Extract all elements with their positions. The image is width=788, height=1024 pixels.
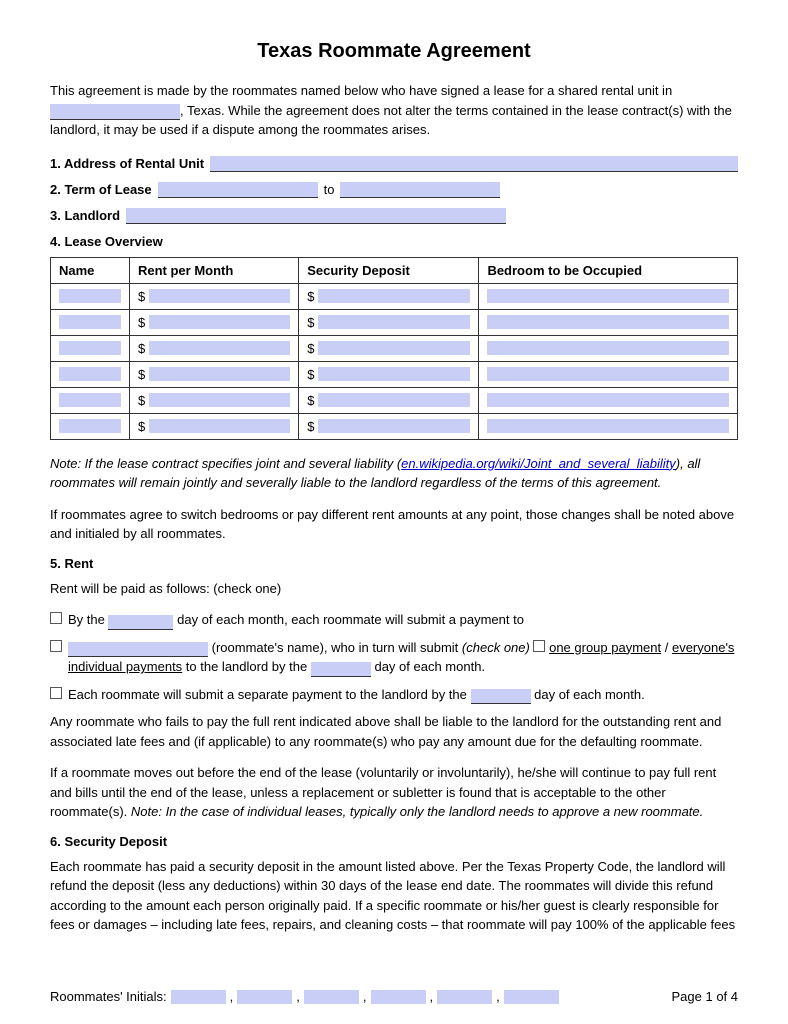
rent-option2-text: (roommate's name), who in turn will subm… [68,638,738,677]
rent-option-1: By the day of each month, each roommate … [50,610,738,630]
col-bedroom: Bedroom to be Occupied [479,257,738,283]
bedroom-field-3[interactable] [487,341,729,355]
table-row: $ $ [51,283,738,309]
roommate-name-field[interactable] [68,642,208,657]
deposit-para: Each roommate has paid a security deposi… [50,857,738,935]
deposit-field-2[interactable] [318,315,470,329]
col-deposit: Security Deposit [299,257,479,283]
rent-option1-text: By the day of each month, each roommate … [68,610,524,630]
rent-section-label: 5. Rent [50,556,738,571]
term-to: to [324,182,335,197]
initial-field-4[interactable] [371,990,426,1004]
initials-label: Roommates' Initials: [50,989,167,1004]
joint-liability-note: Note: If the lease contract specifies jo… [50,454,738,493]
landlord-label: 3. Landlord [50,208,120,223]
rent-option-2-checkbox[interactable] [50,640,62,652]
name-field-1[interactable] [59,289,121,303]
initial-field-3[interactable] [304,990,359,1004]
rent-option-1-checkbox[interactable] [50,612,62,624]
lease-table: Name Rent per Month Security Deposit Bed… [50,257,738,440]
lease-overview-label: 4. Lease Overview [50,234,738,249]
bedroom-field-6[interactable] [487,419,729,433]
rent-field-2[interactable] [149,315,290,329]
term-label: 2. Term of Lease [50,182,152,197]
city-field[interactable] [50,104,180,120]
term-end-field[interactable] [340,182,500,198]
initial-field-2[interactable] [237,990,292,1004]
address-field[interactable] [210,156,738,172]
address-section: 1. Address of Rental Unit [50,156,738,172]
rent-option3-text: Each roommate will submit a separate pay… [68,685,645,705]
roommates-initials: Roommates' Initials: , , , , , [50,989,559,1004]
bedroom-field-5[interactable] [487,393,729,407]
rent-option-3-checkbox[interactable] [50,687,62,699]
switch-bedroom-para: If roommates agree to switch bedrooms or… [50,505,738,544]
bedroom-field-2[interactable] [487,315,729,329]
page-number: Page 1 of 4 [672,989,739,1004]
lease-overview-section: 4. Lease Overview Name Rent per Month Se… [50,234,738,440]
rent-day-field-3[interactable] [471,689,531,704]
table-row: $ $ [51,361,738,387]
rent-para-1: Any roommate who fails to pay the full r… [50,712,738,751]
name-field-6[interactable] [59,419,121,433]
deposit-section-label: 6. Security Deposit [50,834,738,849]
rent-intro: Rent will be paid as follows: (check one… [50,579,738,599]
table-row: $ $ [51,309,738,335]
deposit-field-6[interactable] [318,419,470,433]
deposit-field-5[interactable] [318,393,470,407]
table-row: $ $ [51,335,738,361]
term-section: 2. Term of Lease to [50,182,738,198]
page-title: Texas Roommate Agreement [50,40,738,63]
deposit-field-1[interactable] [318,289,470,303]
rent-para-2: If a roommate moves out before the end o… [50,763,738,822]
joint-liability-link[interactable]: en.wikipedia.org/wiki/Joint_and_several_… [401,456,676,471]
rent-field-3[interactable] [149,341,290,355]
landlord-section: 3. Landlord [50,208,738,224]
col-rent: Rent per Month [129,257,298,283]
rent-day-field-1[interactable] [108,615,173,630]
name-field-2[interactable] [59,315,121,329]
col-name: Name [51,257,130,283]
page-footer: Roommates' Initials: , , , , , Page 1 of… [50,989,738,1004]
name-field-3[interactable] [59,341,121,355]
rent-day-field-2[interactable] [311,662,371,677]
deposit-field-4[interactable] [318,367,470,381]
table-row: $ $ [51,387,738,413]
name-field-5[interactable] [59,393,121,407]
rent-option-2: (roommate's name), who in turn will subm… [50,638,738,677]
name-field-4[interactable] [59,367,121,381]
initial-field-6[interactable] [504,990,559,1004]
table-row: $ $ [51,413,738,439]
deposit-field-3[interactable] [318,341,470,355]
rent-field-4[interactable] [149,367,290,381]
initial-field-5[interactable] [437,990,492,1004]
rent-option-2a-checkbox[interactable] [533,640,545,652]
rent-option-3: Each roommate will submit a separate pay… [50,685,738,705]
bedroom-field-1[interactable] [487,289,729,303]
rent-field-1[interactable] [149,289,290,303]
rent-field-6[interactable] [149,419,290,433]
intro-paragraph: This agreement is made by the roommates … [50,81,738,140]
address-label: 1. Address of Rental Unit [50,156,204,171]
bedroom-field-4[interactable] [487,367,729,381]
initial-field-1[interactable] [171,990,226,1004]
landlord-field[interactable] [126,208,506,224]
rent-field-5[interactable] [149,393,290,407]
term-start-field[interactable] [158,182,318,198]
